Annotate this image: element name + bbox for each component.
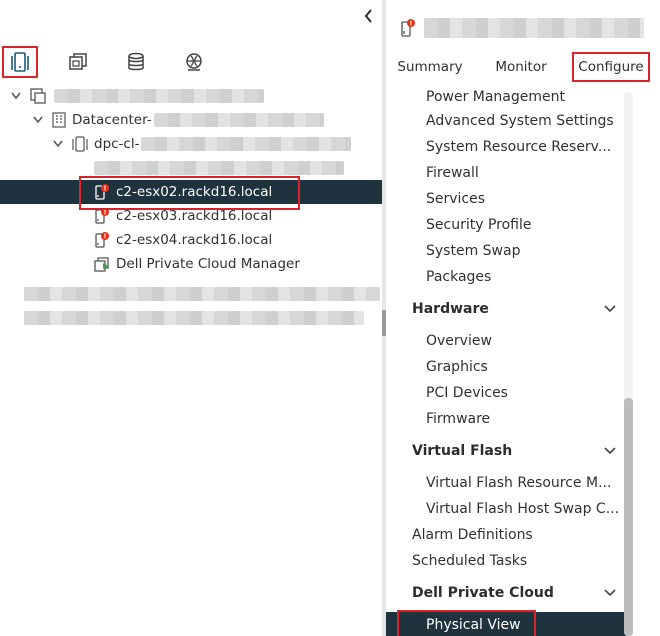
tree-row-datacenter[interactable]: Datacenter- [0, 108, 382, 132]
tab-configure[interactable]: Configure [572, 52, 650, 82]
group-label: Dell Private Cloud [412, 585, 554, 601]
redacted-text [24, 287, 380, 301]
tree-row-redacted[interactable] [0, 282, 382, 306]
chevron-left-icon [364, 9, 372, 23]
redacted-text [24, 311, 364, 325]
host-alert-icon [95, 232, 109, 248]
selected-host-highlight [79, 176, 300, 210]
menu-scrollbar[interactable] [624, 92, 633, 636]
menu-item-firewall[interactable]: Firewall [386, 160, 626, 186]
chevron-down-icon[interactable] [10, 90, 22, 102]
vms-and-templates-tab[interactable] [60, 46, 96, 78]
tree-row-vcenter[interactable] [0, 84, 382, 108]
menu-group-virtual-flash[interactable]: Virtual Flash [386, 438, 626, 464]
object-tabs: Summary Monitor Configure [386, 50, 660, 84]
menu-item-firmware[interactable]: Firmware [386, 406, 626, 432]
menu-group-hardware[interactable]: Hardware [386, 296, 626, 322]
chevron-down-icon [604, 305, 616, 313]
tree-row-vm[interactable]: Dell Private Cloud Manager [0, 252, 382, 276]
menu-item-overview[interactable]: Overview [386, 328, 626, 354]
menu-item-virtual-flash-resource[interactable]: Virtual Flash Resource M... [386, 470, 626, 496]
storage-icon [128, 52, 144, 71]
chevron-down-icon [604, 589, 616, 597]
vm-label: Dell Private Cloud Manager [116, 256, 300, 272]
networking-tab[interactable] [176, 46, 212, 78]
datacenter-icon [52, 112, 66, 128]
group-label: Virtual Flash [412, 443, 513, 459]
vm-powered-on-icon [94, 257, 109, 272]
menu-item-system-resource-reservation[interactable]: System Resource Reserv... [386, 134, 626, 160]
cluster-label: dpc-cl- [94, 136, 140, 152]
chevron-down-icon[interactable] [52, 138, 64, 150]
menu-item-graphics[interactable]: Graphics [386, 354, 626, 380]
scrollbar-thumb[interactable] [624, 398, 633, 636]
navigator-tabs [0, 44, 382, 78]
networking-icon [186, 53, 202, 71]
host-alert-icon [401, 19, 415, 37]
navigator-pane: Datacenter- dpc-cl- c2-esx02.rackd16.loc… [0, 0, 382, 636]
menu-item-pci-devices[interactable]: PCI Devices [386, 380, 626, 406]
vms-and-templates-icon [69, 53, 87, 70]
tree-row-host[interactable]: c2-esx04.rackd16.local [0, 228, 382, 252]
hosts-and-clusters-tab[interactable] [2, 46, 38, 78]
menu-item-services[interactable]: Services [386, 186, 626, 212]
menu-group-dell-private-cloud[interactable]: Dell Private Cloud [386, 580, 626, 606]
object-header [386, 0, 660, 50]
menu-item-security-profile[interactable]: Security Profile [386, 212, 626, 238]
redacted-text [141, 137, 352, 151]
menu-item-virtual-flash-host-swap[interactable]: Virtual Flash Host Swap C... [386, 496, 626, 522]
menu-item-advanced-system-settings[interactable]: Advanced System Settings [386, 108, 626, 134]
menu-item-alarm-definitions[interactable]: Alarm Definitions [386, 522, 626, 548]
vcenter-icon [30, 88, 46, 104]
tree-row-cluster[interactable]: dpc-cl- [0, 132, 382, 156]
menu-item-scheduled-tasks[interactable]: Scheduled Tasks [386, 548, 626, 574]
menu-item-power-management[interactable]: Power Management [386, 84, 626, 110]
redacted-text [153, 113, 324, 127]
chevron-down-icon[interactable] [32, 114, 44, 126]
hosts-and-clusters-icon [11, 52, 29, 72]
host-label: c2-esx03.rackd16.local [116, 208, 273, 224]
tab-summary[interactable]: Summary [392, 52, 468, 82]
datacenter-label: Datacenter- [72, 112, 152, 128]
chevron-down-icon [604, 447, 616, 455]
host-label: c2-esx04.rackd16.local [116, 232, 273, 248]
redacted-text [424, 18, 644, 38]
storage-tab[interactable] [118, 46, 154, 78]
menu-item-packages[interactable]: Packages [386, 264, 626, 290]
collapse-navigator-button[interactable] [360, 4, 378, 28]
cluster-icon [72, 136, 88, 152]
redacted-text [94, 161, 344, 175]
tree-row-redacted[interactable] [0, 306, 382, 330]
tab-monitor[interactable]: Monitor [486, 52, 556, 82]
menu-item-system-swap[interactable]: System Swap [386, 238, 626, 264]
content-pane: Summary Monitor Configure Power Manageme… [386, 0, 660, 636]
redacted-text [54, 89, 264, 103]
group-label: Hardware [412, 301, 489, 317]
physical-view-highlight [397, 610, 536, 636]
